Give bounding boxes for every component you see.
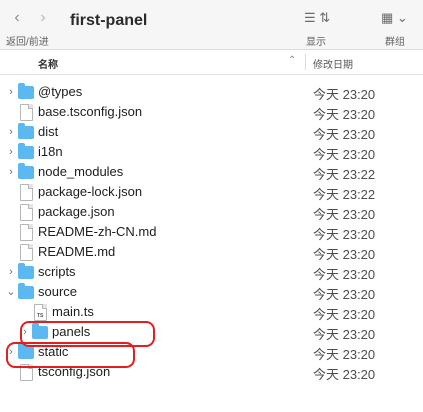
list-view-icon[interactable]: ☰ ⇅	[304, 10, 330, 26]
item-date: 今天 23:20	[313, 107, 376, 122]
item-name: main.ts	[52, 304, 94, 319]
list-item[interactable]: › dist 今天 23:20	[0, 122, 423, 142]
item-name: base.tsconfig.json	[38, 104, 143, 119]
item-date: 今天 23:20	[313, 347, 376, 362]
list-item[interactable]: package.json 今天 23:20	[0, 202, 423, 222]
item-date: 今天 23:22	[313, 187, 376, 202]
item-date: 今天 23:20	[313, 87, 376, 102]
item-date: 今天 23:20	[313, 287, 376, 302]
item-name: package.json	[38, 204, 115, 219]
group-label: 群组	[385, 37, 405, 48]
folder-icon	[18, 143, 34, 159]
file-icon	[20, 204, 33, 221]
typescript-file-icon: TS	[34, 304, 47, 321]
chevron-right-icon[interactable]: ›	[5, 85, 17, 99]
list-item[interactable]: README.md 今天 23:20	[0, 242, 423, 262]
window-title: first-panel	[70, 12, 148, 29]
item-date: 今天 23:20	[313, 127, 376, 142]
back-icon[interactable]: ‹	[8, 9, 26, 27]
chevron-right-icon[interactable]: ›	[5, 125, 17, 139]
list-item[interactable]: README-zh-CN.md 今天 23:20	[0, 222, 423, 242]
toolbar: ‹ › 返回/前进 first-panel ☰ ⇅ 显示 ▦ ⌄ 群组	[0, 0, 423, 50]
folder-icon	[18, 83, 34, 99]
item-date: 今天 23:20	[313, 307, 376, 322]
nav-label: 返回/前进	[6, 37, 49, 48]
item-date: 今天 23:20	[313, 267, 376, 282]
list-item[interactable]: › i18n 今天 23:20	[0, 142, 423, 162]
column-header: 名称 ⌃ 修改日期	[0, 50, 423, 75]
list-item[interactable]: package-lock.json 今天 23:22	[0, 182, 423, 202]
forward-icon[interactable]: ›	[34, 9, 52, 27]
folder-icon	[18, 123, 34, 139]
item-date: 今天 23:20	[313, 327, 376, 342]
folder-icon	[18, 263, 34, 279]
item-date: 今天 23:20	[313, 367, 376, 382]
annotation-highlight-static	[6, 342, 135, 368]
column-date-header[interactable]: 修改日期	[313, 56, 353, 71]
chevron-right-icon[interactable]: ›	[5, 265, 17, 279]
file-icon	[20, 244, 33, 261]
item-name: package-lock.json	[38, 184, 143, 199]
group-icon[interactable]: ▦ ⌄	[381, 10, 408, 26]
item-date: 今天 23:20	[313, 247, 376, 262]
folder-icon	[18, 283, 34, 299]
chevron-right-icon[interactable]: ›	[5, 165, 17, 179]
sort-ascending-icon[interactable]: ⌃	[288, 55, 296, 66]
file-icon	[20, 184, 33, 201]
file-icon	[20, 224, 33, 241]
item-date: 今天 23:20	[313, 227, 376, 242]
list-item[interactable]: › @types 今天 23:20	[0, 82, 423, 102]
item-date: 今天 23:22	[313, 167, 376, 182]
list-item[interactable]: › scripts 今天 23:20	[0, 262, 423, 282]
chevron-right-icon[interactable]: ›	[5, 145, 17, 159]
item-name: README-zh-CN.md	[38, 224, 157, 239]
chevron-down-icon[interactable]: ⌄	[5, 285, 17, 299]
list-item[interactable]: base.tsconfig.json 今天 23:20	[0, 102, 423, 122]
item-name: node_modules	[38, 164, 124, 179]
item-date: 今天 23:20	[313, 207, 376, 222]
item-name: i18n	[38, 144, 63, 159]
item-name: dist	[38, 124, 59, 139]
item-name: README.md	[38, 244, 116, 259]
item-name: source	[38, 284, 78, 299]
item-date: 今天 23:20	[313, 147, 376, 162]
item-name: @types	[38, 84, 83, 99]
item-name: scripts	[38, 264, 76, 279]
column-divider[interactable]	[305, 54, 306, 70]
list-item[interactable]: › node_modules 今天 23:22	[0, 162, 423, 182]
column-name-header[interactable]: 名称	[38, 56, 58, 71]
list-item[interactable]: TS main.ts 今天 23:20	[0, 302, 423, 322]
file-icon	[20, 104, 33, 121]
folder-icon	[18, 163, 34, 179]
view-label: 显示	[306, 37, 326, 48]
list-item[interactable]: ⌄ source 今天 23:20	[0, 282, 423, 302]
